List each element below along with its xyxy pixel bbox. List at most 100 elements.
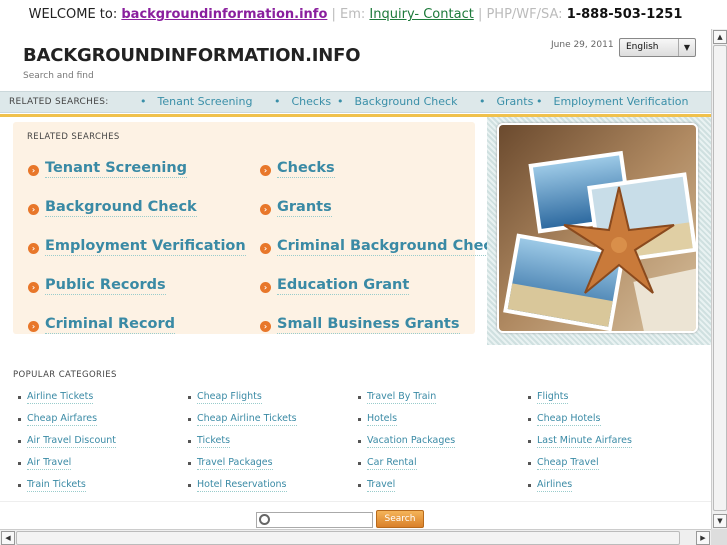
language-value: English <box>626 42 659 52</box>
category-link[interactable]: Hotels <box>367 413 398 426</box>
arrow-circle-icon: › <box>28 243 39 254</box>
related-link[interactable]: Criminal Record <box>45 316 176 334</box>
related-link[interactable]: Public Records <box>45 277 166 295</box>
category-link[interactable]: Airlines <box>537 479 573 492</box>
scroll-thumb[interactable] <box>16 531 680 545</box>
email-label: Em: <box>340 7 370 22</box>
related-link[interactable]: Background Check <box>45 199 197 217</box>
bullet-icon <box>528 484 531 487</box>
bullet-icon <box>18 484 21 487</box>
scroll-down-icon[interactable]: ▼ <box>713 514 727 528</box>
starfish-photo-image <box>499 125 696 331</box>
bullet-icon <box>528 396 531 399</box>
category-link[interactable]: Cheap Travel <box>537 457 599 470</box>
vertical-scrollbar[interactable]: ▲ ▼ <box>711 29 727 529</box>
separator: | <box>327 7 341 22</box>
category-link[interactable]: Flights <box>537 391 569 404</box>
scroll-left-icon[interactable]: ◀ <box>1 531 15 545</box>
category-link[interactable]: Cheap Flights <box>197 391 262 404</box>
related-link[interactable]: Small Business Grants <box>277 316 460 334</box>
bullet-icon <box>528 418 531 421</box>
category-link[interactable]: Vacation Packages <box>367 435 456 448</box>
category-link[interactable]: Air Travel <box>27 457 72 470</box>
chevron-down-icon[interactable]: ▼ <box>678 39 695 56</box>
arrow-circle-icon: › <box>260 321 271 332</box>
site-title[interactable]: BACKGROUNDINFORMATION.INFO <box>23 45 361 66</box>
category-link[interactable]: Airline Tickets <box>27 391 94 404</box>
welcome-bar: WELCOME to: backgroundinformation.info |… <box>0 0 711 30</box>
category-link[interactable]: Travel <box>367 479 396 492</box>
date-label: June 29, 2011 <box>551 40 614 50</box>
related-bar-item[interactable]: • Grants <box>479 92 533 112</box>
arrow-circle-icon: › <box>28 282 39 293</box>
related-link[interactable]: Grants <box>277 199 332 217</box>
category-link[interactable]: Travel By Train <box>367 391 437 404</box>
separator: | <box>473 7 487 22</box>
popular-categories-heading: POPULAR CATEGORIES <box>13 370 117 380</box>
related-link[interactable]: Criminal Background Check <box>277 238 502 256</box>
category-link[interactable]: Cheap Hotels <box>537 413 601 426</box>
related-link[interactable]: Tenant Screening <box>45 160 188 178</box>
category-link[interactable]: Last Minute Airfares <box>537 435 632 448</box>
bullet-icon <box>188 462 191 465</box>
related-bar-item[interactable]: • Background Check <box>337 92 457 112</box>
related-bar-item[interactable]: • Employment Verification <box>536 92 689 112</box>
category-link[interactable]: Car Rental <box>367 457 417 470</box>
scroll-thumb[interactable] <box>713 45 727 511</box>
bullet-icon <box>188 396 191 399</box>
bullet-icon: • <box>274 95 281 108</box>
search-input[interactable] <box>273 513 371 527</box>
scroll-up-icon[interactable]: ▲ <box>713 30 727 44</box>
category-link[interactable]: Train Tickets <box>27 479 86 492</box>
category-link[interactable]: Air Travel Discount <box>27 435 117 448</box>
related-link[interactable]: Employment Verification <box>45 238 246 256</box>
bullet-icon: • <box>337 95 344 108</box>
related-searches-panel <box>13 122 475 334</box>
arrow-circle-icon: › <box>28 204 39 215</box>
search-field[interactable] <box>256 512 373 528</box>
domain-link[interactable]: backgroundinformation.info <box>121 7 327 22</box>
phone-label: PHP/WF/SA: <box>486 7 567 22</box>
arrow-circle-icon: › <box>260 243 271 254</box>
bullet-icon <box>358 396 361 399</box>
inquiry-contact-link[interactable]: Inquiry- Contact <box>369 7 473 22</box>
bullet-icon <box>358 440 361 443</box>
scrollbar-corner <box>711 529 727 545</box>
horizontal-scrollbar[interactable]: ◀ ▶ <box>0 529 711 545</box>
category-link[interactable]: Tickets <box>197 435 231 448</box>
bullet-icon <box>18 462 21 465</box>
related-bar-item[interactable]: • Tenant Screening <box>140 92 252 112</box>
starfish-photo <box>497 123 698 333</box>
bullet-icon: • <box>536 95 543 108</box>
bullet-icon <box>528 440 531 443</box>
related-searches-bar: RELATED SEARCHES: • Tenant Screening • Che… <box>0 91 711 113</box>
arrow-circle-icon: › <box>260 165 271 176</box>
bullet-icon: • <box>140 95 147 108</box>
bullet-icon: • <box>479 95 486 108</box>
bullet-icon <box>528 462 531 465</box>
related-link[interactable]: Checks <box>277 160 335 178</box>
category-link[interactable]: Hotel Reservations <box>197 479 287 492</box>
scroll-right-icon[interactable]: ▶ <box>696 531 710 545</box>
language-select[interactable]: English ▼ <box>619 38 696 57</box>
site-subtitle: Search and find <box>23 71 94 81</box>
bullet-icon <box>18 396 21 399</box>
related-bar-item[interactable]: • Checks <box>274 92 331 112</box>
bullet-icon <box>18 440 21 443</box>
category-link[interactable]: Travel Packages <box>197 457 273 470</box>
search-button[interactable]: Search <box>376 510 424 528</box>
category-link[interactable]: Cheap Airline Tickets <box>197 413 297 426</box>
arrow-circle-icon: › <box>28 321 39 332</box>
bullet-icon <box>358 462 361 465</box>
arrow-circle-icon: › <box>260 204 271 215</box>
search-icon <box>259 514 270 525</box>
bullet-icon <box>18 418 21 421</box>
bullet-icon <box>188 440 191 443</box>
related-link[interactable]: Education Grant <box>277 277 410 295</box>
divider <box>0 501 711 502</box>
bullet-icon <box>188 418 191 421</box>
bullet-icon <box>358 418 361 421</box>
category-link[interactable]: Cheap Airfares <box>27 413 98 426</box>
arrow-circle-icon: › <box>260 282 271 293</box>
welcome-text: WELCOME to: <box>28 7 122 22</box>
